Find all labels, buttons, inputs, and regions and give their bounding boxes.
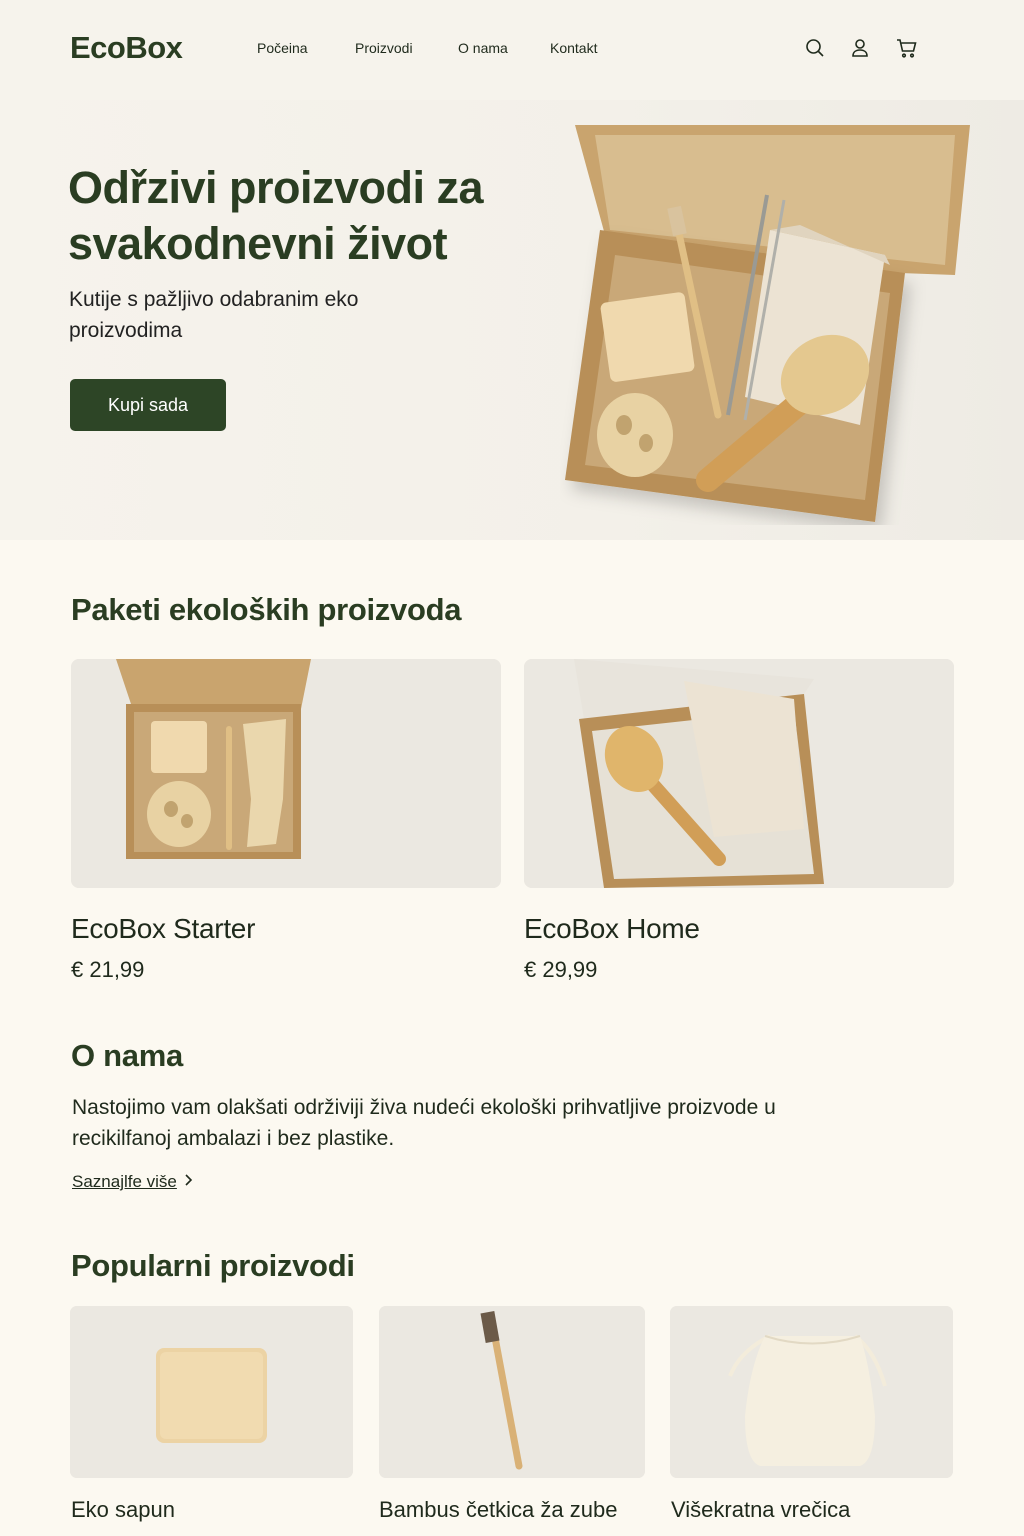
bundle-price-starter: € 21,99 [71,957,145,982]
popular-title: Popularni proizvodi [71,1248,355,1283]
nav-item-about[interactable]: O nama [458,40,508,56]
about-text: Nastojimo vam olakšati održiviji živa nu… [72,1096,776,1150]
bundle-price-home: € 29,99 [524,957,598,982]
bundle-name-starter[interactable]: EcoBox Starter [71,913,255,945]
nav-item-products[interactable]: Proizvodi [355,40,413,56]
bundles-title: Paketi ekoloških proizvoda [71,592,462,627]
about-title: O nama [71,1038,183,1073]
hero-title: Odřzivi proizvodi za svakodnevni život [68,162,484,269]
bundle-image-home[interactable] [524,659,954,888]
bundle-name-home[interactable]: EcoBox Home [524,913,700,945]
chevron-right-icon [183,1172,193,1192]
learn-more-link[interactable]: Saznajlfe više [72,1172,193,1192]
product-image-toothbrush[interactable] [379,1306,645,1478]
nav-item-contact[interactable]: Kontakt [550,40,597,56]
user-icon[interactable] [848,36,872,60]
learn-more-label: Saznajlfe više [72,1172,177,1191]
hero-section: Odřzivi proizvodi za svakodnevni život K… [0,100,1024,540]
nav-item-home[interactable]: Počeina [257,40,308,56]
search-icon[interactable] [803,36,827,60]
product-name-toothbrush[interactable]: Bambus četkica ža zube [379,1497,617,1523]
cart-icon[interactable] [895,36,919,60]
product-name-bag[interactable]: Višekratna vrečica [671,1497,850,1523]
site-header: EcoBox Počeina Proizvodi O nama Kontakt [0,0,1024,100]
hero-box-image [560,125,975,525]
product-image-bag[interactable] [670,1306,953,1478]
buy-now-button[interactable]: Kupi sada [70,379,226,431]
hero-subtitle: Kutije s pažljivo odabranim eko proizvod… [69,288,359,342]
product-image-soap[interactable] [70,1306,353,1478]
product-name-soap[interactable]: Eko sapun [71,1497,175,1523]
bundle-image-starter[interactable] [71,659,501,888]
logo[interactable]: EcoBox [70,30,183,66]
